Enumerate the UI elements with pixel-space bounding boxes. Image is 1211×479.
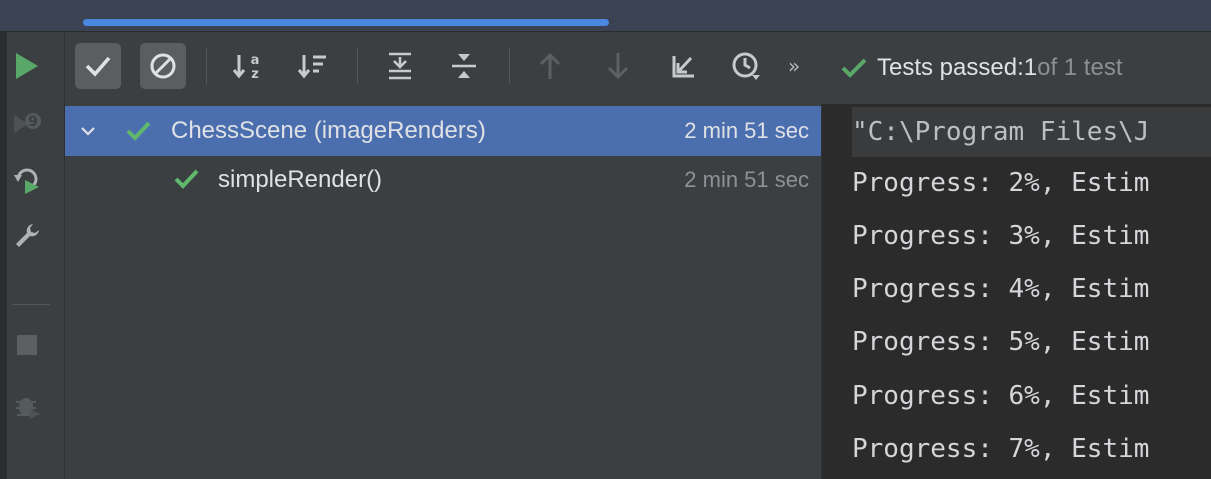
test-progress-bar: [83, 19, 609, 26]
svg-text:a: a: [251, 53, 260, 68]
rerun-failed-icon[interactable]: 9: [7, 104, 47, 144]
test-tree: ChessScene (imageRenders) 2 min 51 sec s…: [65, 104, 821, 479]
console-command-line: "C:\Program Files\J: [852, 117, 1150, 147]
check-icon: [841, 58, 867, 78]
test-status: Tests passed: 1 of 1 test: [841, 32, 1123, 104]
test-toolbar: a z » Tests passed: 1 of 1 test: [65, 32, 1211, 104]
show-ignored-button[interactable]: [140, 43, 186, 89]
previous-failed-icon: [539, 52, 561, 79]
next-failed-button[interactable]: [595, 43, 641, 89]
show-ignored-icon: [150, 53, 176, 79]
console-line: Progress: 3%, Estim: [852, 221, 1150, 251]
console-line: Progress: 2%, Estim: [852, 168, 1150, 198]
more-actions-chevron[interactable]: »: [788, 52, 800, 80]
tree-row-label: ChessScene (imageRenders): [171, 117, 486, 144]
status-passed-count: 1: [1023, 54, 1038, 81]
show-passed-icon: [85, 56, 111, 77]
tree-row-label: simpleRender(): [218, 166, 383, 193]
status-total: of 1 test: [1037, 54, 1123, 81]
next-failed-icon: [607, 53, 629, 80]
test-history-icon: [732, 52, 760, 80]
check-icon: [126, 121, 151, 141]
tree-row-duration: 2 min 51 sec: [684, 118, 809, 143]
expand-all-button[interactable]: [377, 43, 423, 89]
import-tests-button[interactable]: [660, 43, 706, 89]
left-toolbar: 9: [0, 32, 65, 479]
tree-row-simplerender[interactable]: simpleRender() 2 min 51 sec: [65, 156, 821, 212]
tool-window-header: [0, 0, 1211, 32]
console-line: Progress: 6%, Estim: [852, 381, 1150, 411]
import-tests-icon: [672, 56, 694, 78]
collapse-all-icon: [452, 54, 476, 78]
svg-text:9: 9: [28, 114, 38, 130]
show-passed-button[interactable]: [75, 43, 121, 89]
stop-icon[interactable]: [7, 325, 47, 365]
previous-failed-button[interactable]: [527, 43, 573, 89]
test-history-button[interactable]: [723, 43, 769, 89]
chevron-down-icon[interactable]: [75, 118, 101, 144]
tree-row-duration: 2 min 51 sec: [684, 167, 809, 192]
test-runner-window: 9 a z » Tests passed: 1 of 1 test ChessS…: [0, 0, 1211, 479]
tree-row-chessscene[interactable]: ChessScene (imageRenders) 2 min 51 sec: [65, 106, 821, 156]
console-line: Progress: 4%, Estim: [852, 274, 1150, 304]
console-line: Progress: 5%, Estim: [852, 327, 1150, 357]
toggle-auto-test-icon[interactable]: [7, 160, 47, 200]
wrench-icon[interactable]: [7, 216, 47, 256]
sort-alphabetically-icon: a z: [232, 53, 260, 81]
sort-by-duration-icon: [297, 55, 326, 79]
run-icon[interactable]: [7, 46, 47, 86]
console-line: Progress: 7%, Estim: [852, 434, 1150, 464]
check-icon: [174, 169, 199, 189]
sort-alphabetically-button[interactable]: a z: [225, 43, 271, 89]
debug-icon[interactable]: [7, 386, 47, 426]
collapse-all-button[interactable]: [441, 43, 487, 89]
svg-text:z: z: [251, 67, 259, 81]
console-output[interactable]: "C:\Program Files\J Progress: 2%, Estim …: [821, 104, 1211, 479]
sort-by-duration-button[interactable]: [290, 43, 336, 89]
expand-all-icon: [389, 52, 411, 80]
status-label: Tests passed:: [877, 54, 1024, 81]
